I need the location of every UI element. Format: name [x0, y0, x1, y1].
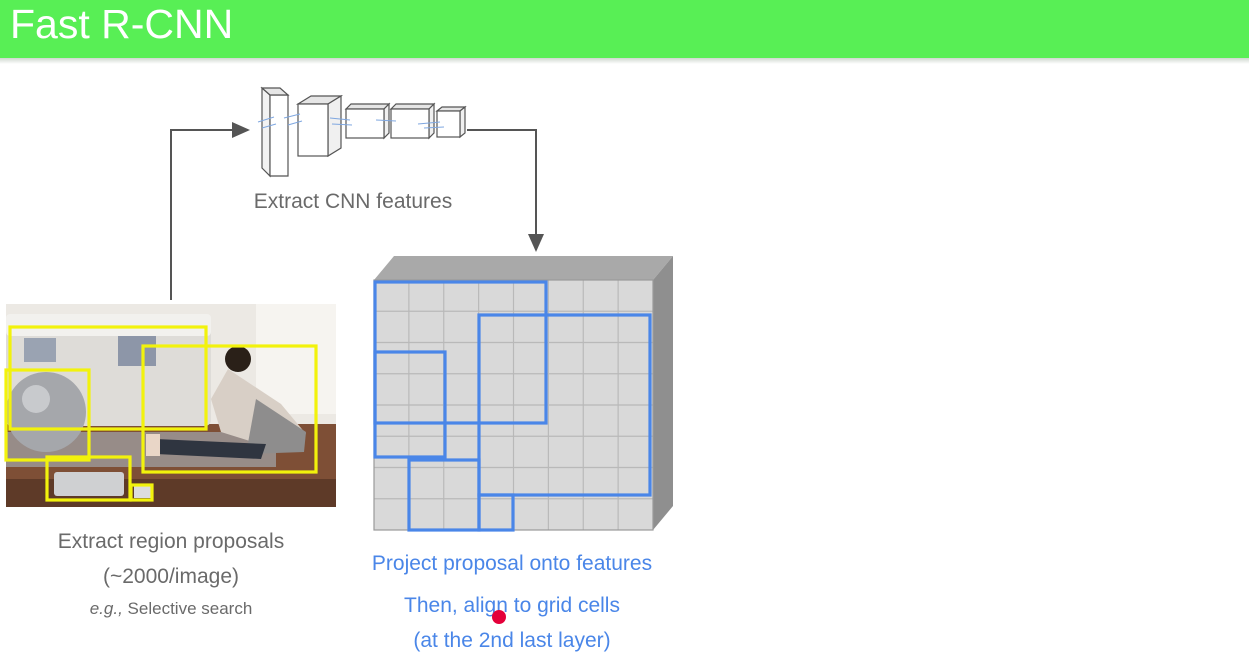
project-proposal-label: Project proposal onto features: [371, 552, 653, 575]
feature-map-side: [653, 256, 673, 530]
feature-map: [373, 256, 673, 531]
proposal-box-1: [8, 325, 208, 431]
cnn-architecture: [260, 86, 467, 178]
proposal-box-4: [45, 455, 132, 502]
feature-map-top: [374, 256, 673, 280]
cnn-features-label: Extract CNN features: [253, 190, 453, 213]
proposal-box-2: [141, 344, 318, 474]
layer-note-label: (at the 2nd last layer): [413, 629, 611, 652]
proposal-method-name: Selective search: [127, 599, 253, 618]
align-grid-label: Then, align to grid cells: [404, 594, 620, 617]
proposal-box-3: [4, 368, 91, 462]
arrow-to-cnn: [170, 122, 250, 300]
proposal-box-5: [129, 483, 154, 502]
proposal-count-label: (~2000/image): [103, 565, 239, 588]
region-proposals: [4, 325, 318, 502]
region-proposals-label: Extract region proposals: [57, 530, 285, 553]
example-prefix: e.g.,: [89, 599, 123, 618]
proposal-method-label: e.g., Selective search: [0, 599, 342, 619]
laser-pointer-dot: [492, 610, 506, 624]
